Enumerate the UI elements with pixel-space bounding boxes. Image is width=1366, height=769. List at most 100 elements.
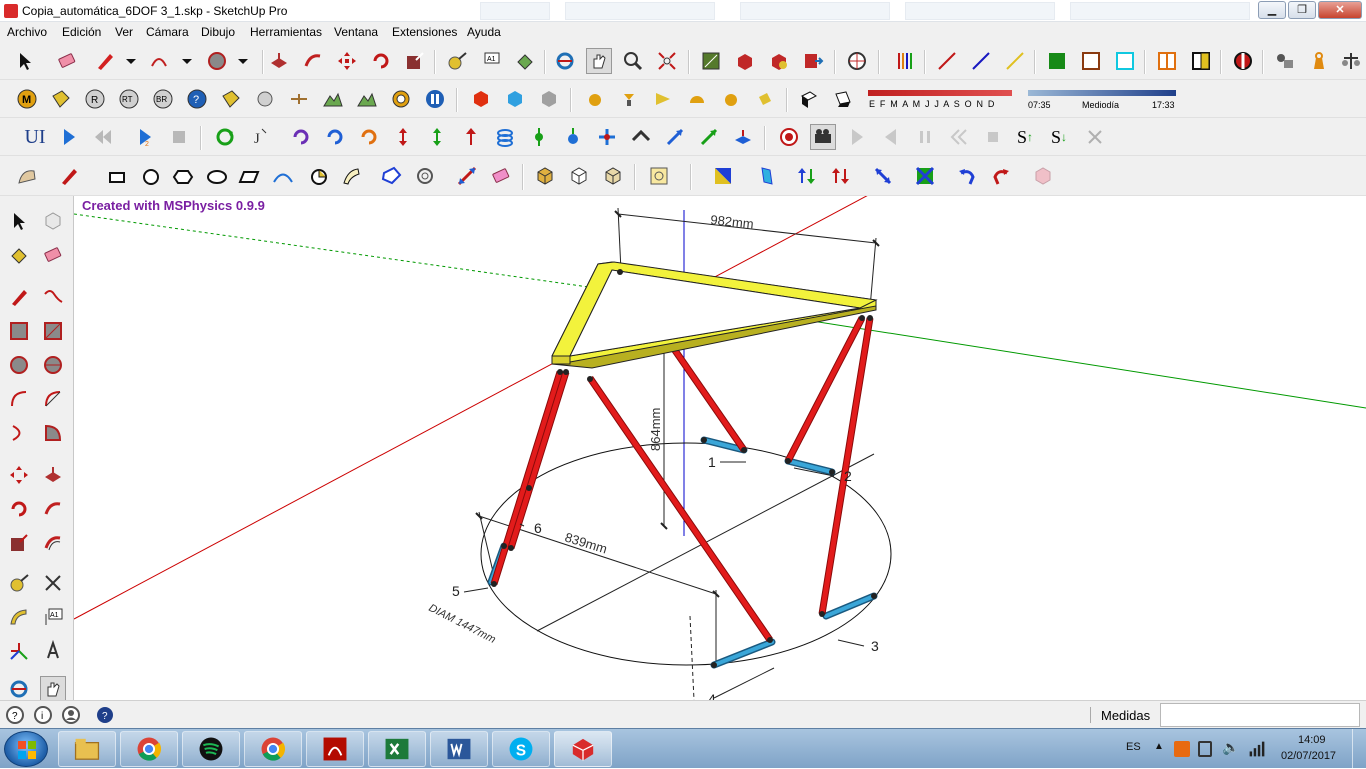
pause-gray-icon[interactable] (912, 124, 938, 150)
axis-colors-icon[interactable] (892, 48, 918, 74)
grid-icon[interactable] (286, 86, 312, 112)
text-a1-icon[interactable]: A1 (40, 604, 66, 630)
paint-bucket-tool[interactable] (512, 48, 538, 74)
spotlight-icon[interactable] (616, 86, 642, 112)
label-tag-icon[interactable] (218, 86, 244, 112)
line-icon[interactable] (6, 284, 32, 310)
light-ball-icon[interactable] (582, 86, 608, 112)
polygon-blue-icon[interactable] (378, 163, 404, 189)
play-step-icon[interactable]: 2 (132, 124, 158, 150)
cyan-outline-face-icon[interactable] (1112, 48, 1138, 74)
volume-icon[interactable]: 🔈 (1222, 739, 1239, 756)
taskbar-excel[interactable] (368, 731, 426, 767)
platform-icon[interactable] (730, 124, 756, 150)
yellow-cube-icon[interactable] (532, 163, 558, 189)
start-button[interactable] (4, 731, 48, 767)
circle-tool[interactable] (204, 48, 230, 74)
follow-me-tool[interactable] (300, 48, 326, 74)
taskbar-skype[interactable]: S (492, 731, 550, 767)
pause-circle-icon[interactable] (422, 86, 448, 112)
minimize-button[interactable]: ▁ (1258, 1, 1286, 19)
dimension-arrow-icon[interactable] (454, 163, 480, 189)
draw-pencil-icon[interactable] (56, 163, 82, 189)
menu-edicion[interactable]: Edición (62, 25, 101, 39)
red-box-icon[interactable] (468, 86, 494, 112)
rewind-icon[interactable] (90, 124, 116, 150)
scale-tool[interactable] (402, 48, 428, 74)
dropdown-arrow-icon[interactable] (230, 48, 256, 74)
flashlight-icon[interactable] (752, 86, 778, 112)
green-vertical-arrow-icon[interactable] (424, 124, 450, 150)
ellipse-shape-icon[interactable] (204, 163, 230, 189)
scale-icon[interactable] (6, 530, 32, 556)
camera-record-icon[interactable] (810, 124, 836, 150)
zoom-tool[interactable] (620, 48, 646, 74)
ui-button[interactable]: UI (22, 124, 48, 150)
geo-location-status-icon[interactable]: ? (2, 702, 28, 728)
speed-up-button[interactable]: S ↑ (1012, 124, 1038, 150)
rewind-gray-icon[interactable] (946, 124, 972, 150)
3d-viewport[interactable]: Created with MSPhysics 0.9.9 982mm 864mm… (74, 196, 1366, 700)
pie-shape-icon[interactable] (306, 163, 332, 189)
network-icon[interactable] (1248, 740, 1266, 761)
orbit-icon[interactable] (6, 676, 32, 702)
maximize-button[interactable]: ❐ (1288, 1, 1316, 19)
top-platform[interactable] (551, 261, 878, 369)
solid-green-face-icon[interactable] (1044, 48, 1070, 74)
weight-icon[interactable] (1306, 48, 1332, 74)
dome-light-icon[interactable] (684, 86, 710, 112)
terrain-icon[interactable] (320, 86, 346, 112)
parallelogram-shape-icon[interactable] (236, 163, 262, 189)
shadow-toggle-icon[interactable] (796, 86, 822, 112)
close-gray-icon[interactable] (1082, 124, 1108, 150)
circle-shape-icon[interactable] (138, 163, 164, 189)
r-circle-icon[interactable]: R (82, 86, 108, 112)
leg-3[interactable] (819, 317, 873, 615)
protractor-icon[interactable] (6, 604, 32, 630)
rectangle-icon[interactable] (6, 318, 32, 344)
target-icon[interactable] (388, 86, 414, 112)
split-black-icon[interactable] (1188, 48, 1214, 74)
br-circle-icon[interactable]: BR (150, 86, 176, 112)
undo-curve-icon[interactable] (954, 163, 980, 189)
faded-cube-icon[interactable] (1030, 163, 1056, 189)
tape-measure-icon[interactable] (6, 570, 32, 596)
share-model-icon[interactable] (766, 48, 792, 74)
measurements-input[interactable] (1160, 703, 1360, 727)
select-tool[interactable] (12, 48, 38, 74)
language-indicator[interactable]: ES (1126, 741, 1141, 753)
menu-ayuda[interactable]: Ayuda (467, 25, 501, 39)
menu-camara[interactable]: Cámara (146, 25, 189, 39)
pencil-tool[interactable] (92, 48, 118, 74)
refresh-green-icon[interactable] (212, 124, 238, 150)
push-pull-icon[interactable] (40, 462, 66, 488)
yellow-line-icon[interactable] (1002, 48, 1028, 74)
push-pull-tool[interactable] (266, 48, 292, 74)
red-vertical-arrow-icon[interactable] (390, 124, 416, 150)
time-slider-track[interactable] (1028, 90, 1176, 96)
3d-warehouse-icon[interactable] (698, 48, 724, 74)
blue-line-icon[interactable] (968, 48, 994, 74)
freehand-icon[interactable] (40, 284, 66, 310)
white-cube-icon[interactable] (566, 163, 592, 189)
tag-icon[interactable] (48, 86, 74, 112)
gray-box-icon[interactable] (536, 86, 562, 112)
zoom-extents-tool[interactable] (654, 48, 680, 74)
red-up-arrow-icon[interactable] (458, 124, 484, 150)
circle-icon[interactable] (6, 352, 32, 378)
taskbar-explorer[interactable] (58, 731, 116, 767)
hourglass-icon[interactable] (912, 163, 938, 189)
orange-rotate-icon[interactable] (356, 124, 382, 150)
half-sphere-icon[interactable] (718, 86, 744, 112)
blue-slab-icon[interactable] (754, 163, 780, 189)
actuator-2[interactable] (786, 459, 834, 474)
diagonal-resize-icon[interactable] (870, 163, 896, 189)
blue-rotate-icon[interactable] (322, 124, 348, 150)
help-circle-icon[interactable]: ? (184, 86, 210, 112)
sphere-icon[interactable] (252, 86, 278, 112)
move-tool[interactable] (334, 48, 360, 74)
record-icon[interactable] (776, 124, 802, 150)
leg-5[interactable] (491, 371, 563, 585)
play-gray-icon[interactable] (844, 124, 870, 150)
menu-archivo[interactable]: Archivo (7, 25, 47, 39)
